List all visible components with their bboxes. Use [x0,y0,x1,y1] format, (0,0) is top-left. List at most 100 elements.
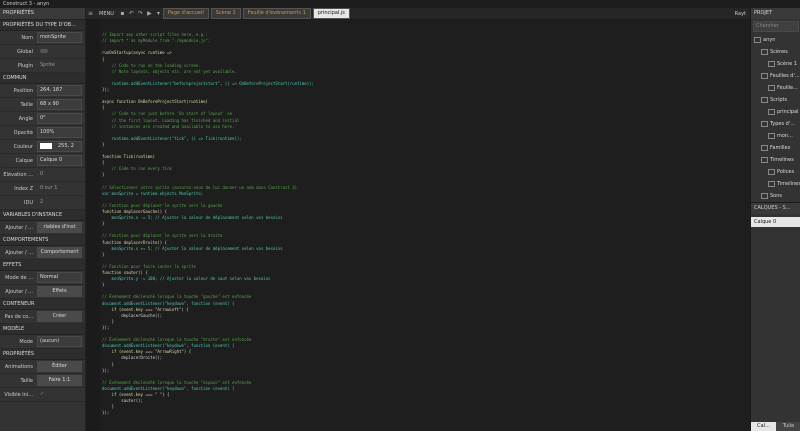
property-row: Taille 68 x 90 [0,98,85,112]
create-container-button[interactable]: Créer [37,311,82,322]
code-line: } [102,361,115,367]
add-instance-var-button[interactable]: riables d'inst [37,222,82,233]
code-line: // Import any other script files here, e… [102,32,208,38]
section-behaviors[interactable]: COMPORTEMENTS [0,235,85,246]
prop-value-field[interactable] [37,46,82,57]
bottom-tab[interactable]: Tuile [776,422,800,431]
tree-item[interactable]: Scène 1 [751,58,800,70]
tree-item[interactable]: anyn [751,34,800,46]
code-line: document.addEventListener("keydown", fun… [102,385,235,391]
prop-value-field[interactable]: 264, 187 [37,85,82,96]
add-behavior-button[interactable]: Comportement [37,247,82,258]
code-line: // Sélectionner votre sprite (assurez-vo… [102,184,298,190]
tree-item[interactable]: Types d'... [751,118,800,130]
tree-item[interactable]: mon... [751,130,800,142]
bottom-tabs: Cal... Tuile [751,422,800,431]
play-icon[interactable]: ▶ [145,10,154,17]
section-instance-vars[interactable]: VARIABLES D'INSTANCE [0,210,85,221]
section-properties[interactable]: PROPRIÉTÉS [0,349,85,360]
tree-item-label: anyn [763,37,776,43]
layer-item[interactable]: Calque 0 [751,217,800,227]
code-editor[interactable]: // Import any other script files here, e… [86,20,750,431]
folder-icon [768,132,775,139]
code-line: // Événement déclenché lorsque la touche… [102,294,252,300]
code-line: if (event.key === "ArrowLeft") { [102,306,189,312]
prop-value-field[interactable]: 0° [37,113,82,124]
folder-icon [761,96,768,103]
window-title: Construct 3 - anyn [3,1,50,7]
code-line: }); [102,324,110,330]
save-icon[interactable]: ▪ [118,10,127,17]
section-template[interactable]: MODÈLE [0,324,85,335]
prop-value-field[interactable]: 100% [37,127,82,138]
make-1-1-button[interactable]: Faire 1:1 [37,375,82,386]
property-row: Calque Calque 0 [0,154,85,168]
menu-button[interactable]: MENU [95,11,118,17]
effects-row: Ajouter / ... Effets [0,285,85,299]
editor-tab[interactable]: Scène 1 [210,8,241,19]
code-line: { [102,56,105,62]
editor-tab[interactable]: Page d'accueil [162,8,209,19]
project-tab[interactable]: PROJET [751,8,800,19]
property-row: Nom monSprite [0,31,85,45]
undo-icon[interactable]: ↶ [127,10,136,17]
layers-header[interactable]: CALQUES - S... [751,202,800,214]
tree-item[interactable]: principal [751,106,800,118]
prop-label: Visible ini... [4,391,33,398]
code-line: deplacerDroite(); [102,355,163,361]
prop-label: Élévation ... [3,171,33,178]
section-object-type[interactable]: PROPRIÉTÉS DU TYPE D'OB... [0,20,85,31]
redo-icon[interactable]: ↷ [136,10,145,17]
code-line: function deplacerDroite() { [102,239,168,245]
code-line: document.addEventListener("keydown", fun… [102,300,235,306]
properties-tab[interactable]: PROPRIÉTÉS [0,8,85,20]
project-search-input[interactable]: Chercher [753,21,799,32]
tree-item[interactable]: Scripts [751,94,800,106]
tree-item[interactable]: Polices [751,166,800,178]
color-swatch[interactable] [40,142,52,149]
section-common[interactable]: COMMUN [0,73,85,84]
prop-value-field[interactable]: 68 x 90 [37,99,82,110]
folder-icon [768,60,775,67]
initially-visible-checkbox[interactable]: ✓ [37,389,82,400]
tree-item[interactable]: Feuille... [751,82,800,94]
tree-item[interactable]: Familles [751,142,800,154]
folder-icon [768,108,775,115]
prop-label: IDU [24,199,33,206]
prop-label: Opacité [13,129,33,136]
prop-label: Ajouter / ... [5,249,33,256]
template-mode-select[interactable]: (aucun) [37,336,82,347]
folder-icon [754,36,761,43]
section-container[interactable]: CONTENEUR [0,299,85,310]
editor-tab[interactable]: Feuille d'événements 1 [242,8,311,19]
line-gutter [86,20,100,431]
hamburger-icon[interactable]: ≡ [86,10,95,17]
code-line: } [102,318,115,324]
tree-item[interactable]: Timelines [751,154,800,166]
prop-value-field[interactable]: 255, 2 [37,141,82,152]
dropdown-icon[interactable]: ▾ [154,10,163,17]
edit-animations-button[interactable]: Éditer [37,361,82,372]
user-label[interactable]: Rayt [731,11,750,17]
blend-mode-select[interactable]: Normal [37,272,82,283]
toggle-switch[interactable] [40,48,48,53]
property-row: Plugin Sprite [0,59,85,73]
bottom-tab[interactable]: Cal... [751,422,776,431]
add-effects-button[interactable]: Effets [37,286,82,297]
tree-item[interactable]: Timelines [751,178,800,190]
prop-value-field[interactable]: Calque 0 [37,155,82,166]
tree-item[interactable]: Feuilles d'... [751,70,800,82]
prop-value-field[interactable]: monSprite [37,32,82,43]
editor-tabs: Page d'accueil Scène 1 Feuille d'événement… [162,8,352,19]
prop-label: Angle [18,115,33,122]
blend-mode-row: Mode de ... Normal [0,271,85,285]
tree-item-label: Polices [777,169,795,175]
code-line: // Événement déclenché lorsque la touche… [102,379,252,385]
section-effects[interactable]: EFFETS [0,260,85,271]
code-line: { [102,105,105,111]
tree-item-label: Types d'... [770,121,795,127]
tree-item[interactable]: Sons [751,190,800,202]
code-line: // Note layouts, objects etc. are not ye… [102,68,237,74]
tree-item[interactable]: Scènes [751,46,800,58]
editor-tab[interactable]: principal.js [312,8,350,19]
